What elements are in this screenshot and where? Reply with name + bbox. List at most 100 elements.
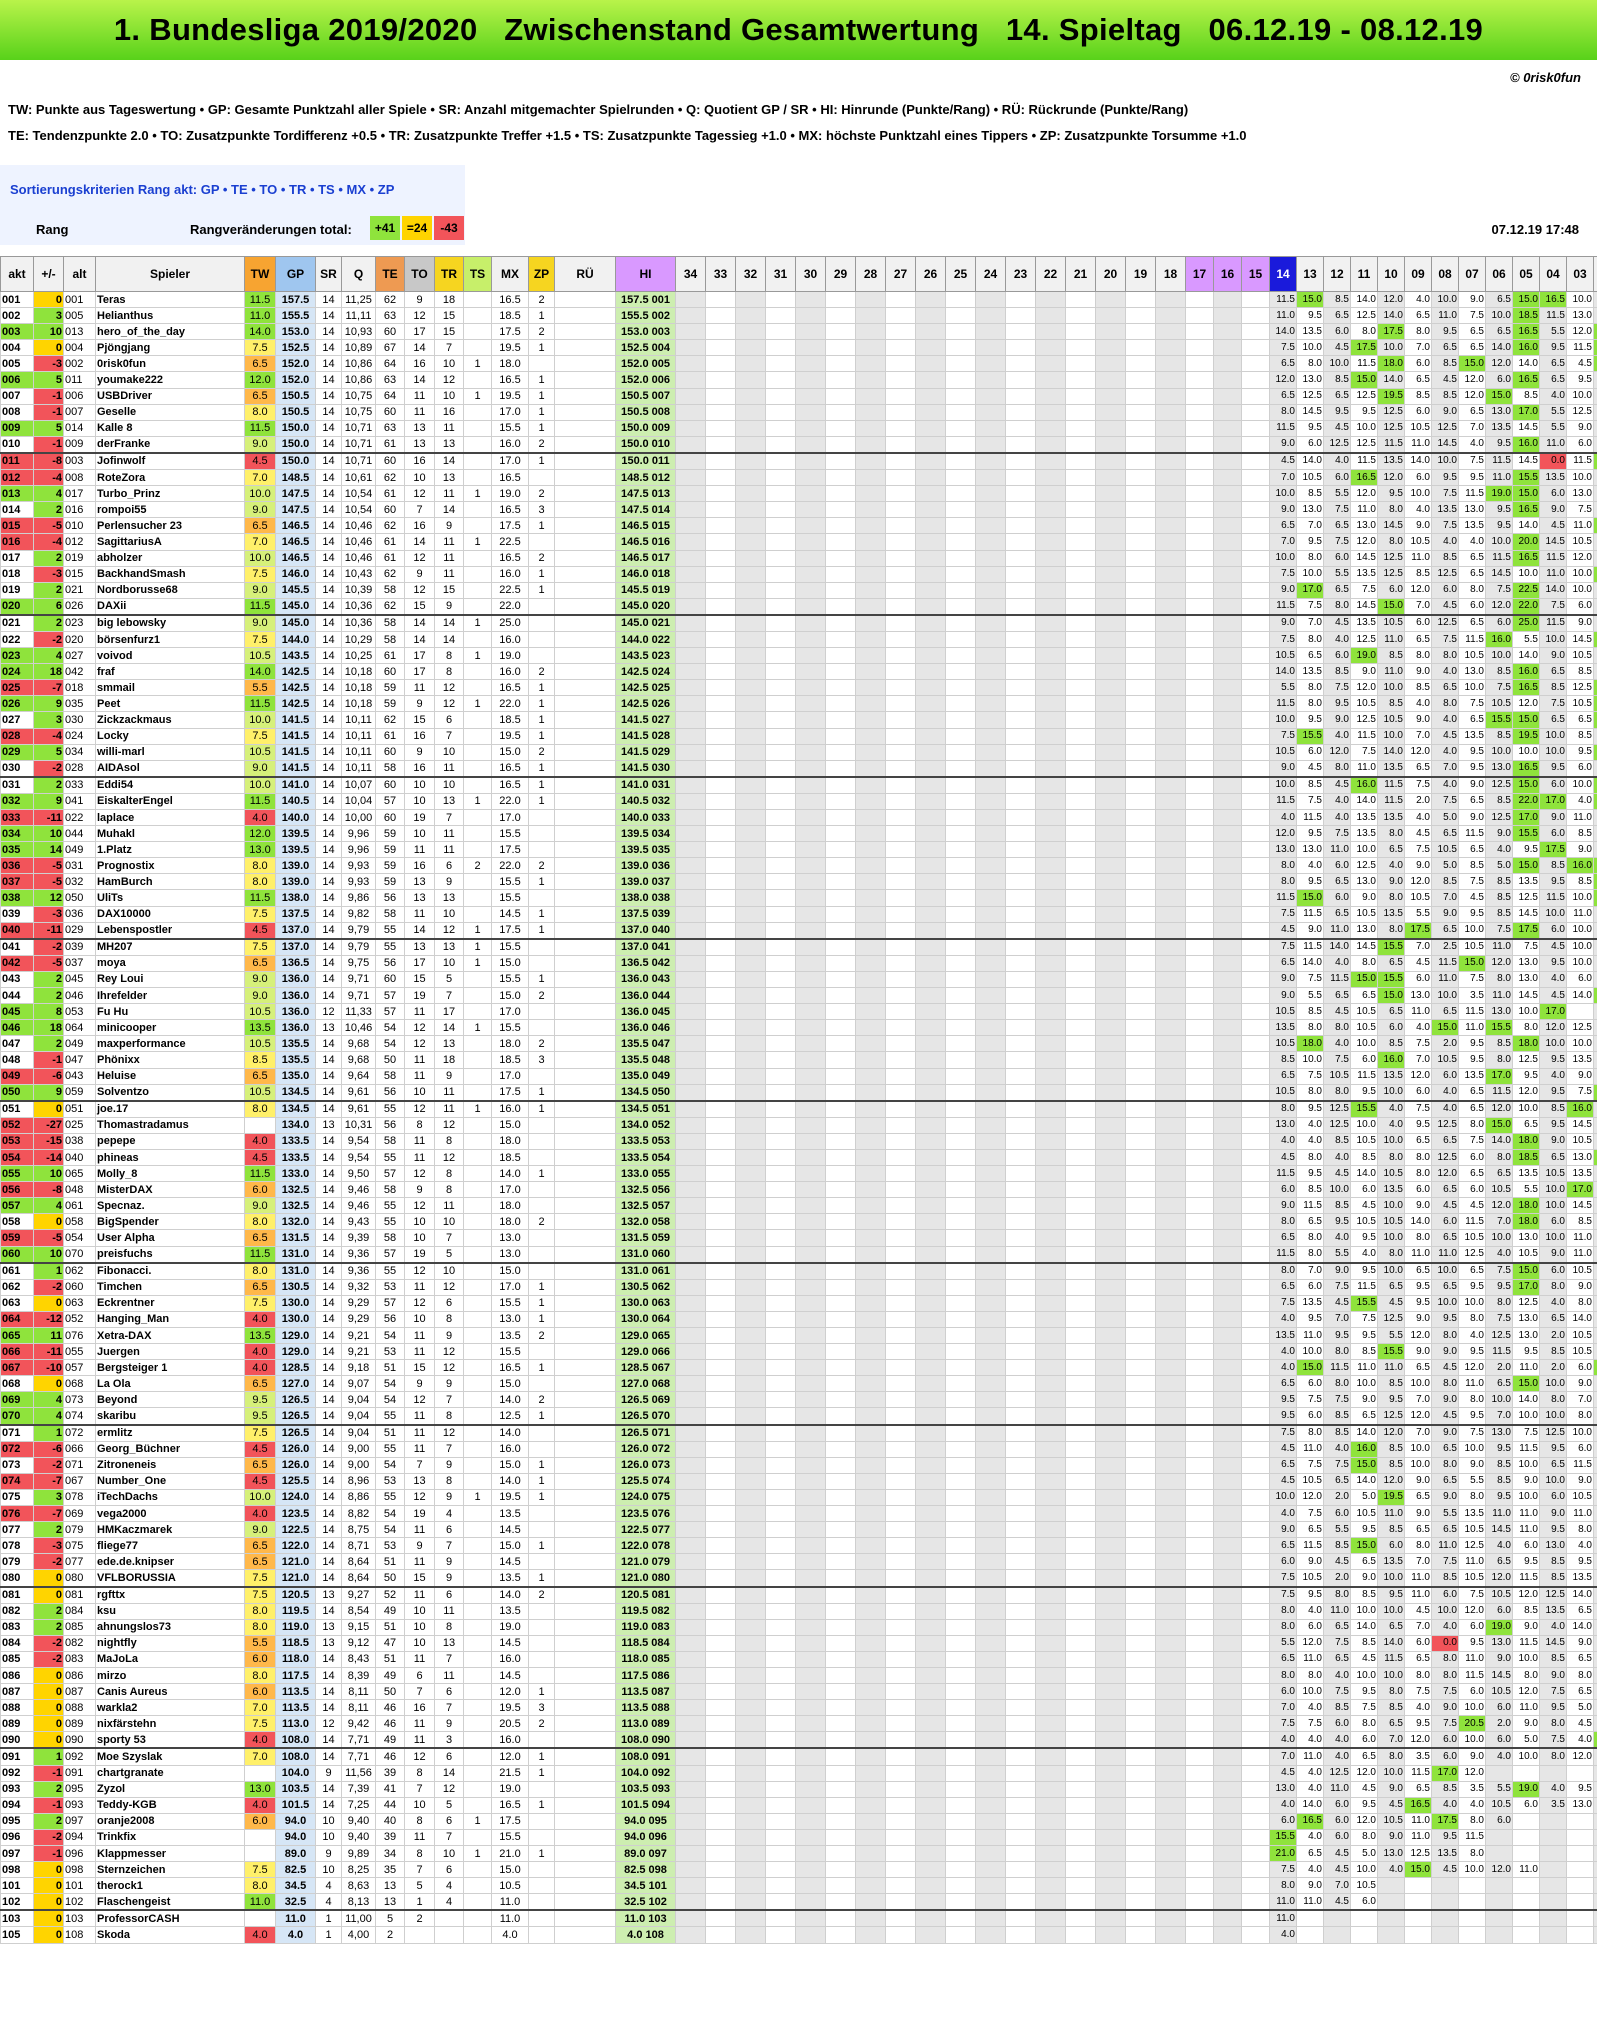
table-row[interactable]: 041 -2 039 MH207 7.5 137.0 14 9,79 55 13 13 1 15.5 13…	[0, 937, 1597, 956]
col-ru[interactable]: RÜ	[554, 256, 616, 292]
col-gp[interactable]: GP	[275, 256, 316, 292]
table-row[interactable]: 069 4 073 Beyond 9.5 126.5 14 9,04 54 12 7 14.0 2 126…	[0, 1391, 1597, 1409]
table-row[interactable]: 072 -6 066 Georg_Büchner 4.5 126.0 14 9,00 55 11 7…	[0, 1440, 1597, 1458]
col-round-33[interactable]: 33	[705, 256, 736, 292]
table-row[interactable]: 081 0 081 rgfttx 7.5 120.5 13 9,27 52 11 6 14.0 2 120…	[0, 1585, 1597, 1604]
table-row[interactable]: 038 12 050 UliTs 11.5 138.0 14 9,86 56 13 13 15.5 13…	[0, 889, 1597, 907]
table-row[interactable]: 066 -11 055 Juergen 4.0 129.0 14 9,21 53 11 12 15.5…	[0, 1343, 1597, 1361]
table-row[interactable]: 017 2 019 abholzer 10.0 146.5 14 10,46 61 12 11 16.…	[0, 549, 1597, 567]
col-round-27[interactable]: 27	[885, 256, 916, 292]
col-diff[interactable]: +/-	[33, 256, 64, 292]
table-row[interactable]: 031 2 033 Eddi54 10.0 141.0 14 10,07 60 10 10 16.5 1…	[0, 775, 1597, 794]
table-row[interactable]: 079 -2 077 ede.de.knipser 6.5 121.0 14 8,64 51 11…	[0, 1553, 1597, 1571]
table-row[interactable]: 003 10 013 hero_of_the_day 14.0 153.0 14 10,93 6…	[0, 323, 1597, 341]
col-round-03[interactable]: 03	[1566, 256, 1594, 292]
table-row[interactable]: 059 -5 054 User Alpha 6.5 131.5 14 9,39 58 10 7 13.…	[0, 1229, 1597, 1247]
table-row[interactable]: 020 6 026 DAXii 11.5 145.0 14 10,36 62 15 9 22.0 145…	[0, 597, 1597, 616]
table-row[interactable]: 027 3 030 Zickzackmaus 10.0 141.5 14 10,11 62 15 6…	[0, 711, 1597, 729]
col-round-16[interactable]: 16	[1213, 256, 1242, 292]
table-row[interactable]: 093 2 095 Zyzol 13.0 103.5 14 7,39 41 7 12 19.0 103.…	[0, 1780, 1597, 1798]
table-row[interactable]: 090 0 090 sporty 53 4.0 108.0 14 7,71 49 11 3 16.0 1…	[0, 1731, 1597, 1749]
table-row[interactable]: 096 -2 094 Trinkfix 94.0 10 9,40 39 11 7 15.5 94.0 …	[0, 1828, 1597, 1847]
table-row[interactable]: 035 14 049 1.Platz 13.0 139.5 14 9,96 59 11 11 17.5…	[0, 841, 1597, 859]
table-row[interactable]: 074 -7 067 Number_One 4.5 125.5 14 8,96 53 13 8 14.…	[0, 1472, 1597, 1490]
table-row[interactable]: 042 -5 037 moya 6.5 136.5 14 9,75 56 17 10 1 15.0 136…	[0, 954, 1597, 972]
table-row[interactable]: 021 2 023 big lebowsky 9.0 145.0 14 10,36 58 14 14…	[0, 613, 1597, 632]
table-row[interactable]: 068 0 068 La Ola 6.5 127.0 14 9,07 54 9 9 15.0 127.0…	[0, 1375, 1597, 1393]
col-round-26[interactable]: 26	[915, 256, 946, 292]
table-row[interactable]: 018 -3 015 BackhandSmash 7.5 146.0 14 10,43 62 9 1…	[0, 565, 1597, 583]
table-row[interactable]: 076 -7 069 vega2000 4.0 123.5 14 8,82 54 19 4 13.5 1…	[0, 1505, 1597, 1523]
table-row[interactable]: 089 0 089 nixfärstehn 7.5 113.0 12 9,42 46 11 9 20.…	[0, 1715, 1597, 1733]
table-row[interactable]: 091 1 092 Moe Szyslak 7.0 108.0 14 7,71 46 12 6 12.…	[0, 1747, 1597, 1766]
col-round-12[interactable]: 12	[1323, 256, 1351, 292]
table-row[interactable]: 040 -11 029 Lebenspostler 4.5 137.0 14 9,79 55 14…	[0, 921, 1597, 940]
col-round-04[interactable]: 04	[1539, 256, 1567, 292]
table-row[interactable]: 005 -3 002 0risk0fun 6.5 152.0 14 10,86 64 16 10 1 1…	[0, 355, 1597, 373]
table-row[interactable]: 006 5 011 youmake222 12.0 152.0 14 10,86 63 14 12 1…	[0, 371, 1597, 389]
table-row[interactable]: 056 -8 048 MisterDAX 6.0 132.5 14 9,46 58 9 8 17.0 1…	[0, 1181, 1597, 1199]
table-row[interactable]: 053 -15 038 pepepe 4.0 133.5 14 9,54 58 11 8 18.0 13…	[0, 1132, 1597, 1150]
col-round-18[interactable]: 18	[1155, 256, 1186, 292]
table-row[interactable]: 014 2 016 rompoi55 9.0 147.5 14 10,54 60 7 14 16.5 3…	[0, 501, 1597, 519]
col-akt[interactable]: akt	[0, 256, 34, 292]
col-zp[interactable]: ZP	[528, 256, 555, 292]
table-row[interactable]: 047 2 049 maxperformance 10.5 135.5 14 9,68 54 12…	[0, 1035, 1597, 1053]
table-row[interactable]: 012 -4 008 RoteZora 7.0 148.5 14 10,61 62 10 13 16.…	[0, 469, 1597, 487]
table-row[interactable]: 046 18 064 minicooper 13.5 136.0 13 10,46 54 12 14…	[0, 1019, 1597, 1037]
table-row[interactable]: 034 10 044 Muhakl 12.0 139.5 14 9,96 59 10 11 15.5 1…	[0, 825, 1597, 843]
table-row[interactable]: 010 -1 009 derFranke 9.0 150.0 14 10,71 61 13 13 16…	[0, 435, 1597, 454]
table-row[interactable]: 065 11 076 Xetra-DAX 13.5 129.0 14 9,21 54 11 9 13.…	[0, 1326, 1597, 1345]
table-row[interactable]: 009 5 014 Kalle 8 11.5 150.0 14 10,71 63 13 11 15.5…	[0, 419, 1597, 437]
col-round-19[interactable]: 19	[1125, 256, 1156, 292]
col-to[interactable]: TO	[404, 256, 435, 292]
table-row[interactable]: 083 2 085 ahnungslos73 8.0 119.0 13 9,15 51 10 8 19…	[0, 1618, 1597, 1636]
table-row[interactable]: 049 -6 043 Heluise 6.5 135.0 14 9,64 58 11 9 17.0 13…	[0, 1067, 1597, 1085]
col-round-06[interactable]: 06	[1485, 256, 1513, 292]
table-row[interactable]: 077 2 079 HMKaczmarek 9.0 122.5 14 8,75 54 11 6 14.…	[0, 1521, 1597, 1539]
table-row[interactable]: 023 4 027 voivod 10.5 143.5 14 10,25 61 17 8 1 19.0 1…	[0, 647, 1597, 665]
table-row[interactable]: 026 9 035 Peet 11.5 142.5 14 10,18 59 9 12 1 22.0 1 14…	[0, 695, 1597, 713]
col-round-08[interactable]: 08	[1431, 256, 1459, 292]
table-row[interactable]: 015 -5 010 Perlensucher 23 6.5 146.5 14 10,46 62…	[0, 517, 1597, 535]
table-row[interactable]: 002 3 005 Helianthus 11.0 155.5 14 11,11 63 12 15 1…	[0, 307, 1597, 325]
table-row[interactable]: 004 0 004 Pjöngjang 7.5 152.5 14 10,89 67 14 7 19.5…	[0, 339, 1597, 357]
table-row[interactable]: 001 0 001 Teras 11.5 157.5 14 11,25 62 9 18 16.5 2 15…	[0, 290, 1597, 309]
col-sr[interactable]: SR	[315, 256, 342, 292]
table-row[interactable]: 086 0 086 mirzo 8.0 117.5 14 8,39 49 6 11 14.5 117.5…	[0, 1666, 1597, 1685]
table-row[interactable]: 087 0 087 Canis Aureus 6.0 113.5 14 8,11 50 7 6 12.…	[0, 1683, 1597, 1701]
table-row[interactable]: 080 0 080 VFLBORUSSIA 7.5 121.0 14 8,64 50 15 9 13.…	[0, 1569, 1597, 1587]
table-row[interactable]: 092 -1 091 chartgranate 104.0 9 11,56 39 8 14 21.5…	[0, 1764, 1597, 1782]
col-round-31[interactable]: 31	[765, 256, 796, 292]
col-round-13[interactable]: 13	[1296, 256, 1324, 292]
table-row[interactable]: 044 2 046 Ihrefelder 9.0 136.0 14 9,71 57 19 7 15.0…	[0, 987, 1597, 1005]
table-row[interactable]: 030 -2 028 AIDAsol 9.0 141.5 14 10,11 58 16 11 16.5…	[0, 759, 1597, 778]
col-mx[interactable]: MX	[491, 256, 529, 292]
col-tr[interactable]: TR	[434, 256, 464, 292]
col-round-30[interactable]: 30	[795, 256, 826, 292]
table-row[interactable]: 078 -3 075 fliege77 6.5 122.0 14 8,71 53 9 7 15.0 1 1…	[0, 1537, 1597, 1555]
col-round-14[interactable]: 14	[1269, 256, 1297, 292]
col-te[interactable]: TE	[375, 256, 405, 292]
col-q[interactable]: Q	[341, 256, 376, 292]
col-tw[interactable]: TW	[244, 256, 276, 292]
table-row[interactable]: 051 0 051 joe.17 8.0 134.5 14 9,61 55 12 11 1 16.0 1 1…	[0, 1099, 1597, 1118]
table-row[interactable]: 070 4 074 skaribu 9.5 126.5 14 9,04 55 11 8 12.5 1 12…	[0, 1407, 1597, 1426]
table-row[interactable]: 022 -2 020 börsenfurz1 7.5 144.0 14 10,29 58 14 14…	[0, 630, 1597, 649]
col-round-28[interactable]: 28	[855, 256, 886, 292]
table-row[interactable]: 019 2 021 Nordborusse68 9.0 145.5 14 10,39 58 12 1…	[0, 581, 1597, 599]
table-row[interactable]: 071 1 072 ermlitz 7.5 126.5 14 9,04 51 11 12 14.0 12…	[0, 1423, 1597, 1442]
col-round-15[interactable]: 15	[1241, 256, 1270, 292]
table-row[interactable]: 037 -5 032 HamBurch 8.0 139.0 14 9,93 59 13 9 15.5 1…	[0, 873, 1597, 891]
table-row[interactable]: 097 -1 096 Klappmesser 89.0 9 9,89 34 8 10 1 21.0 1 8…	[0, 1844, 1597, 1863]
table-row[interactable]: 043 2 045 Rey Loui 9.0 136.0 14 9,71 60 15 5 15.5 1 1…	[0, 970, 1597, 989]
table-row[interactable]: 054 -14 040 phineas 4.5 133.5 14 9,54 55 11 12 18.5…	[0, 1148, 1597, 1167]
table-row[interactable]: 011 -8 003 Jofinwolf 4.5 150.0 14 10,71 60 16 14 17…	[0, 451, 1597, 471]
col-round-22[interactable]: 22	[1035, 256, 1066, 292]
table-row[interactable]: 045 8 053 Fu Hu 10.5 136.0 12 11,33 57 11 17 17.0 13…	[0, 1003, 1597, 1021]
table-row[interactable]: 039 -3 036 DAX10000 7.5 137.5 14 9,82 58 11 10 14.5…	[0, 905, 1597, 923]
col-round-23[interactable]: 23	[1005, 256, 1036, 292]
col-round-05[interactable]: 05	[1512, 256, 1540, 292]
table-row[interactable]: 075 3 078 iTechDachs 10.0 124.0 14 8,86 55 12 9 1 19…	[0, 1488, 1597, 1507]
table-row[interactable]: 052 -27 025 Thomastradamus 134.0 13 10,31 56 8 12…	[0, 1116, 1597, 1134]
